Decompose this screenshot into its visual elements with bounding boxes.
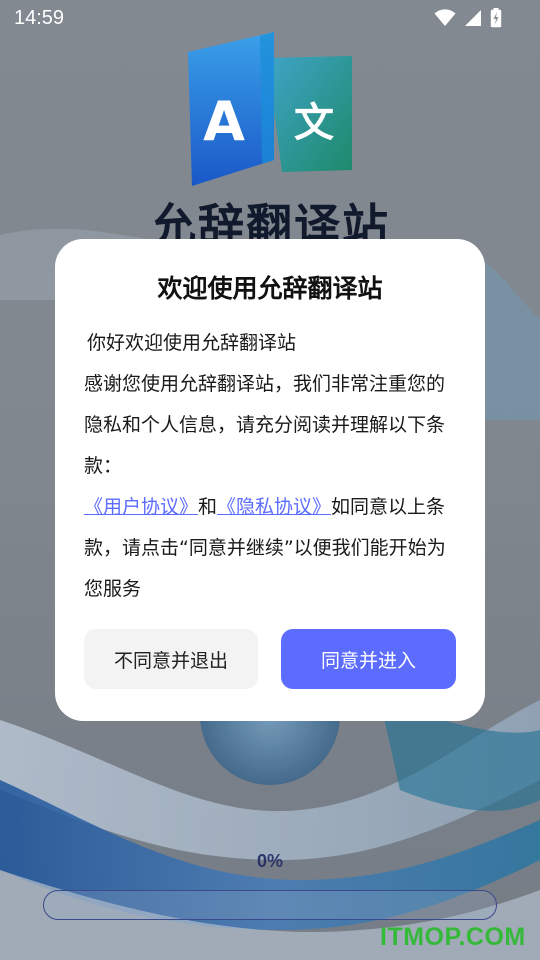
battery-charging-icon: [490, 8, 502, 28]
status-time: 14:59: [14, 6, 65, 29]
connector-text: 和: [198, 496, 218, 518]
disagree-exit-button[interactable]: 不同意并退出: [84, 629, 258, 689]
svg-text:A: A: [203, 90, 245, 153]
status-icons: [434, 8, 502, 28]
dialog-links-paragraph: 《用户协议》和《隐私协议》如同意以上条款，请点击“同意并继续”以便我们能开始为您…: [84, 487, 460, 610]
user-agreement-link[interactable]: 《用户协议》: [84, 496, 198, 518]
translate-a-wen-icon: A 文: [188, 32, 352, 186]
svg-text:文: 文: [294, 100, 334, 146]
agree-enter-button[interactable]: 同意并进入: [281, 629, 456, 689]
progress-bar: [43, 890, 497, 920]
cellular-signal-icon: [465, 10, 481, 26]
dialog-intro-text: 感谢您使用允辞翻译站，我们非常注重您的隐私和个人信息，请充分阅读并理解以下条款：: [84, 373, 446, 477]
wifi-icon: [434, 9, 456, 26]
dialog-greeting: 你好欢迎使用允辞翻译站: [87, 332, 297, 354]
privacy-agreement-link[interactable]: 《隐私协议》: [217, 496, 331, 518]
privacy-consent-dialog: 欢迎使用允辞翻译站 你好欢迎使用允辞翻译站 感谢您使用允辞翻译站，我们非常注重您…: [55, 239, 485, 721]
progress-label: 0%: [256, 851, 283, 871]
dialog-body: 你好欢迎使用允辞翻译站 感谢您使用允辞翻译站，我们非常注重您的隐私和个人信息，请…: [84, 323, 460, 610]
dialog-title: 欢迎使用允辞翻译站: [157, 274, 383, 303]
watermark: ITMOP.COM: [380, 923, 526, 951]
